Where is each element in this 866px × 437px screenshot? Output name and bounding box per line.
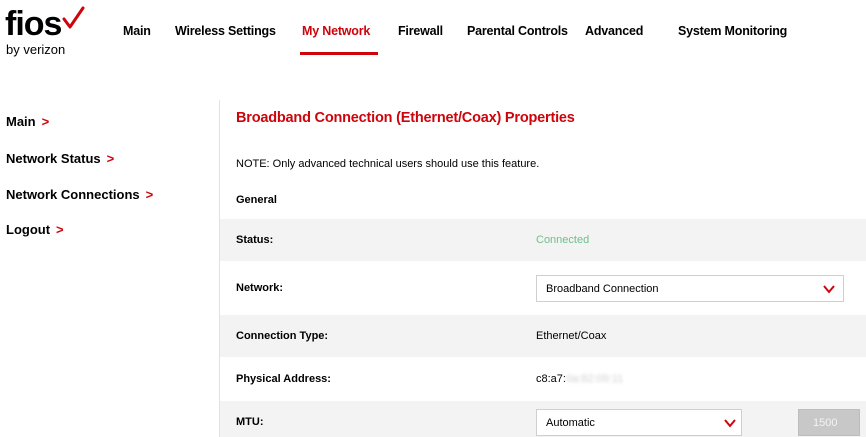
logo-wordmark: fios [5, 5, 62, 43]
mtu-row: MTU: Automatic 1500 [220, 401, 866, 437]
checkmark-icon [62, 6, 85, 29]
tab-parental-controls[interactable]: Parental Controls [467, 22, 568, 40]
chevron-right-icon: > [145, 187, 154, 202]
physical-address-visible: c8:a7: [536, 373, 566, 385]
network-row: Network: Broadband Connection [220, 267, 866, 309]
sidebar: Main > Network Status > Network Connection… [0, 100, 220, 437]
mtu-select[interactable]: Automatic [536, 409, 742, 436]
network-select-value: Broadband Connection [546, 283, 659, 295]
status-value: Connected [536, 234, 590, 246]
tab-advanced[interactable]: Advanced [585, 22, 643, 40]
chevron-down-icon [823, 285, 835, 294]
tab-main[interactable]: Main [123, 22, 151, 40]
chevron-right-icon: > [106, 151, 115, 166]
chevron-right-icon: > [41, 114, 50, 129]
header: fios by verizon Main Wireless Settings M… [0, 0, 866, 72]
tab-wireless-settings[interactable]: Wireless Settings [175, 22, 276, 40]
section-heading-general: General [236, 194, 277, 206]
sidebar-item-label: Network Status [6, 151, 101, 166]
fios-logo[interactable]: fios by verizon [5, 4, 95, 64]
physical-address-label: Physical Address: [236, 373, 331, 385]
connection-type-row: Connection Type: Ethernet/Coax [220, 315, 866, 357]
chevron-down-icon [724, 419, 736, 428]
tab-firewall[interactable]: Firewall [398, 22, 443, 40]
tab-my-network[interactable]: My Network [302, 22, 370, 40]
mtu-value-input[interactable]: 1500 [798, 409, 860, 436]
advanced-users-note: NOTE: Only advanced technical users shou… [236, 158, 540, 170]
sidebar-item-network-connections[interactable]: Network Connections > [6, 186, 153, 204]
network-label: Network: [236, 282, 284, 294]
sidebar-item-logout[interactable]: Logout > [6, 221, 64, 239]
main-content: Broadband Connection (Ethernet/Coax) Pro… [220, 100, 866, 437]
sidebar-item-label: Network Connections [6, 187, 140, 202]
mtu-value: 1500 [813, 417, 838, 429]
sidebar-item-label: Logout [6, 222, 51, 237]
connection-type-label: Connection Type: [236, 330, 329, 342]
physical-address-obscured: 0a:82:09:11 [565, 373, 624, 385]
chevron-right-icon: > [56, 222, 64, 237]
sidebar-item-network-status[interactable]: Network Status > [6, 150, 114, 168]
mtu-label: MTU: [236, 416, 264, 428]
logo-subtitle: by verizon [6, 42, 66, 57]
status-label: Status: [236, 234, 274, 246]
connection-type-value: Ethernet/Coax [536, 330, 607, 342]
tab-system-monitoring[interactable]: System Monitoring [678, 22, 787, 40]
active-tab-indicator [300, 52, 378, 55]
status-row: Status: Connected [220, 219, 866, 261]
physical-address-value: c8:a7:0a:82:09:11 [536, 372, 623, 386]
sidebar-item-label: Main [6, 114, 36, 129]
mtu-select-value: Automatic [546, 417, 595, 429]
physical-address-row: Physical Address: c8:a7:0a:82:09:11 [220, 358, 866, 400]
sidebar-item-main[interactable]: Main > [6, 113, 49, 131]
network-select[interactable]: Broadband Connection [536, 275, 844, 302]
page-title: Broadband Connection (Ethernet/Coax) Pro… [236, 110, 575, 126]
